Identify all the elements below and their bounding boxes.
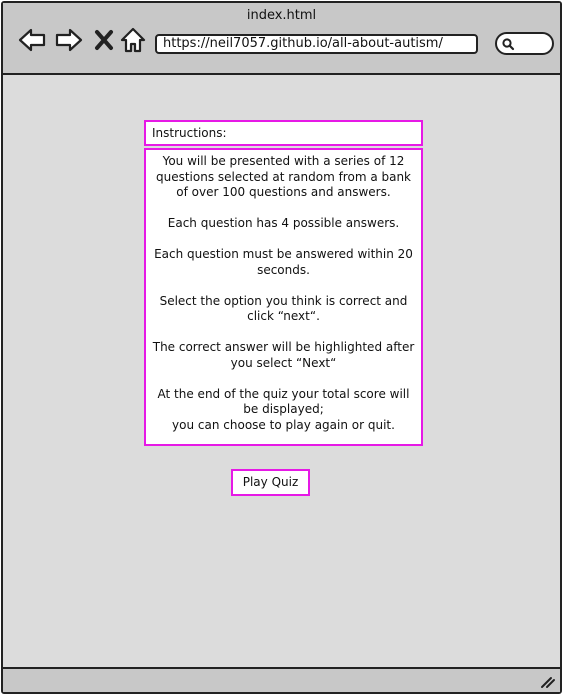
browser-statusbar xyxy=(3,667,560,692)
resize-grip-icon[interactable] xyxy=(538,672,556,690)
window-title: index.html xyxy=(246,8,317,23)
play-quiz-button[interactable]: Play Quiz xyxy=(231,469,310,496)
back-arrow-icon[interactable] xyxy=(17,25,47,55)
home-icon[interactable] xyxy=(118,25,148,55)
browser-titlebar: index.html https://neil7057.github.io/al… xyxy=(3,3,560,75)
instructions-panel: You will be presented with a series of 1… xyxy=(144,148,423,446)
instruction-text: At the end of the quiz your total score … xyxy=(157,386,410,417)
instruction-text: You will be presented with a series of 1… xyxy=(155,154,412,199)
instruction-text: Select the option you think is correct a… xyxy=(159,293,408,324)
instruction-text: The correct answer will be highlighted a… xyxy=(152,340,415,370)
instruction-text: Each question must be answered within 20… xyxy=(154,247,413,277)
close-icon[interactable] xyxy=(89,25,119,55)
forward-arrow-icon[interactable] xyxy=(54,25,84,55)
instructions-header: Instructions: xyxy=(144,120,423,146)
instruction-text: Each question has 4 possible answers. xyxy=(167,216,400,230)
address-bar[interactable]: https://neil7057.github.io/all-about-aut… xyxy=(155,34,478,54)
search-icon xyxy=(502,38,515,51)
instruction-text: you can choose to play again or quit. xyxy=(172,417,395,432)
search-box[interactable] xyxy=(495,32,554,55)
